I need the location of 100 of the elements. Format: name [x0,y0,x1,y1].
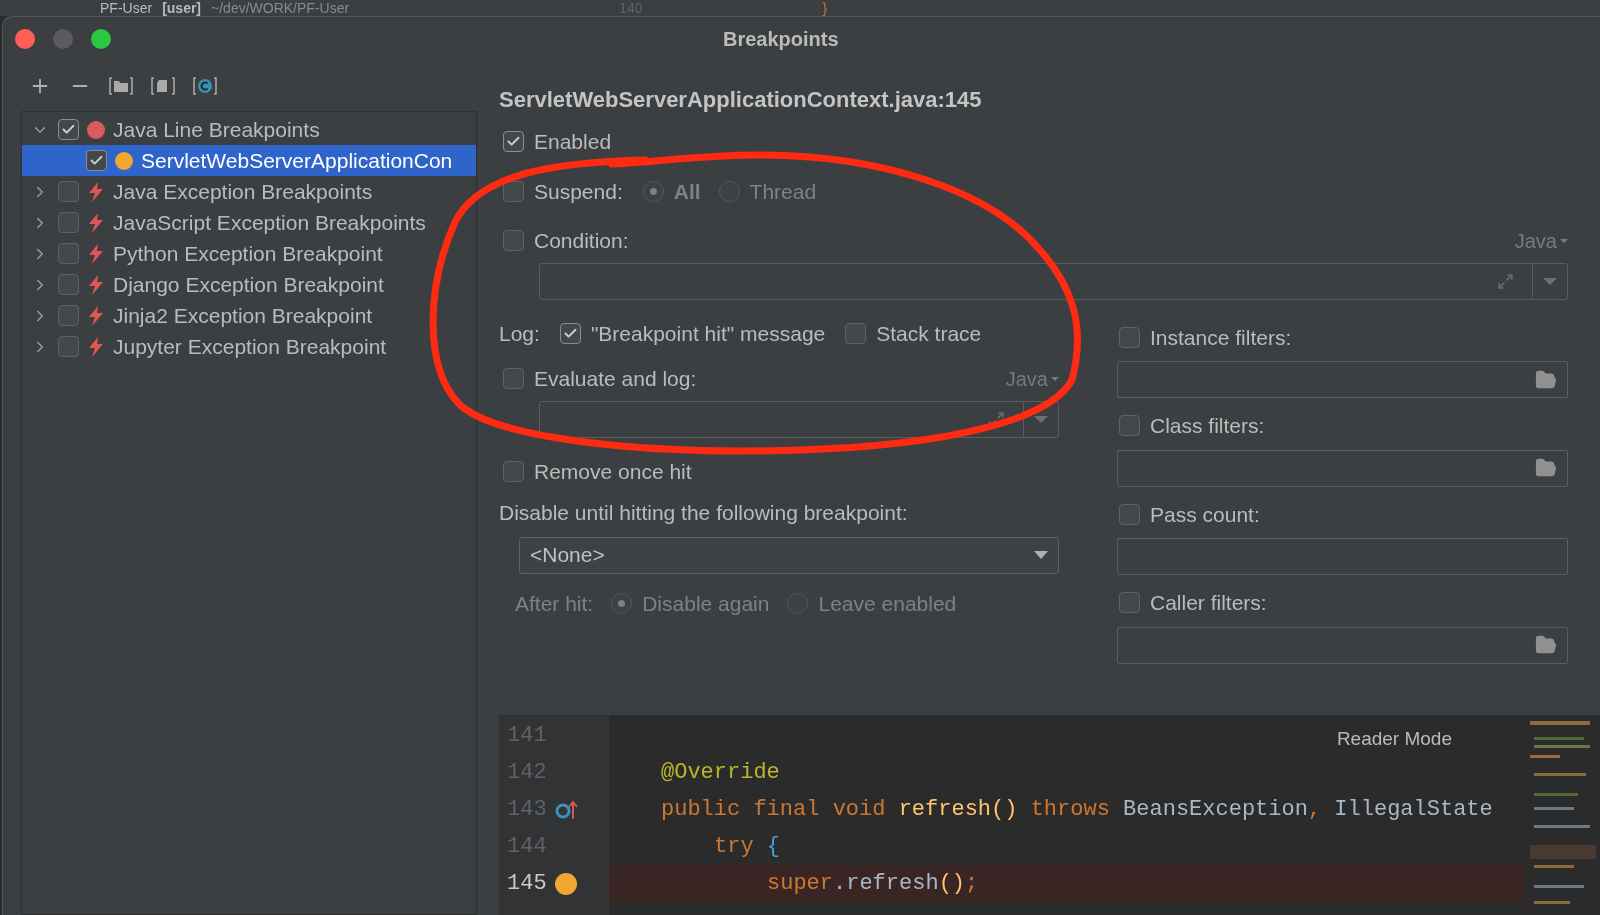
tree-item-label: Jinja2 Exception Breakpoint [113,302,373,329]
dropdown-arrow-icon [1034,551,1048,559]
project-name: PF-User [100,1,153,15]
checkbox[interactable] [503,368,524,390]
expand-icon[interactable] [1497,272,1514,290]
window-title: Breakpoints [723,27,839,52]
tree-item-label: Python Exception Breakpoint [113,240,383,267]
tree-item[interactable]: JavaScript Exception Breakpoints [22,207,476,238]
checkbox[interactable] [58,212,79,233]
class-group-icon[interactable] [193,76,217,96]
checkbox[interactable] [503,131,524,153]
tree-item[interactable]: Java Exception Breakpoints [22,176,476,207]
code-token: throws [1029,796,1111,824]
line-number: 145 [507,870,547,898]
filter-field[interactable] [1117,449,1568,487]
checkbox-label: Instance filters: [1150,324,1292,351]
code-token: , [1307,796,1323,824]
lightning-icon [87,274,105,295]
radio-button[interactable] [611,592,633,614]
radio-label: Thread [749,178,817,205]
code-token: refresh() [898,796,1018,824]
code-token: IllegalState [1334,796,1493,824]
tree-item[interactable]: ServletWebServerApplicationCon [22,145,476,176]
breakpoint-title: ServletWebServerApplicationContext.java:145 [499,86,983,114]
checkbox-label: Suspend: [534,178,623,205]
checkbox[interactable] [845,322,867,344]
folder-icon[interactable] [1535,634,1557,656]
filter-field[interactable] [1117,538,1568,575]
zoom-button[interactable] [91,29,111,49]
lightning-icon [87,181,105,202]
checkbox-label: Caller filters: [1150,590,1267,616]
filter-field[interactable] [1117,626,1568,664]
code-token: { [766,833,780,861]
checkbox[interactable] [1119,326,1140,348]
checkbox-label: Evaluate and log: [534,366,698,392]
checkbox-label: Enabled [534,129,612,155]
radio-button[interactable] [642,180,664,202]
checkbox[interactable] [503,460,524,482]
tree-item[interactable]: Jupyter Exception Breakpoint [22,331,476,362]
disable-until-label: Disable until hitting the following breakpoint: [499,500,909,526]
after-hit-label: After hit: [515,590,594,617]
checkbox[interactable] [58,336,79,357]
checkbox-label: Pass count: [1150,501,1260,528]
code-token: public final void [661,796,887,824]
checkbox[interactable] [58,181,79,202]
code-token: .refresh [833,870,939,898]
checkbox[interactable] [58,243,79,264]
lightning-icon [87,243,105,264]
folder-icon[interactable] [1535,457,1557,479]
folder-icon[interactable] [1535,368,1557,391]
checkbox[interactable] [58,305,79,326]
tree-item-label: Java Line Breakpoints [113,116,320,143]
override-marker-icon[interactable] [554,798,579,821]
checkbox[interactable] [1119,415,1140,437]
tree-item[interactable]: Django Exception Breakpoint [22,269,476,300]
checkbox[interactable] [559,322,581,344]
filter-field[interactable] [1117,361,1568,398]
tree-item-label: Java Exception Breakpoints [113,178,373,205]
tree-item[interactable]: Jinja2 Exception Breakpoint [22,300,476,331]
tree-item-label: Jupyter Exception Breakpoint [113,333,387,360]
lightning-icon [87,336,105,357]
code-token: try [714,833,755,861]
checkbox[interactable] [503,180,524,202]
checkbox[interactable] [1119,503,1140,525]
code-token: BeansException [1123,796,1308,824]
tree-item[interactable]: Python Exception Breakpoint [22,238,476,269]
lightning-icon [87,305,105,326]
code-token: super [767,870,833,898]
checkbox[interactable] [58,274,79,295]
dropdown-arrow-icon[interactable] [1034,415,1048,423]
log-label: Log: [499,320,540,347]
checkbox[interactable] [86,150,107,171]
lightning-icon [87,212,105,233]
checkbox[interactable] [503,230,524,252]
code-token: @Override [661,759,780,787]
minimize-button[interactable] [53,29,73,49]
radio-label: Leave enabled [818,590,957,617]
tree-item-label: ServletWebServerApplicationCon [141,147,453,174]
checkbox-label: Condition: [534,228,630,254]
expression-field[interactable] [539,400,1059,438]
check-icon [89,153,104,168]
radio-label: Disable again [642,590,770,617]
dropdown-arrow-icon[interactable] [1543,277,1557,285]
checkbox[interactable] [1119,592,1140,614]
expression-field[interactable] [539,262,1568,300]
breakpoint-dropdown[interactable]: <None> [519,536,1059,574]
folder-group-icon[interactable] [109,76,133,96]
tree-item-label: Django Exception Breakpoint [113,271,384,298]
file-group-icon[interactable] [151,76,175,96]
radio-label: All [673,178,701,205]
reader-mode-link[interactable]: Reader Mode [1336,725,1452,754]
check-icon [61,122,76,137]
code-text: } [822,1,828,15]
code-token: () [938,870,966,898]
checkbox-label: Class filters: [1150,413,1265,439]
code-token: ; [965,870,979,898]
tree-item[interactable]: Java Line Breakpoints [22,114,476,145]
close-button[interactable] [15,29,35,49]
checkbox[interactable] [58,119,79,140]
checkbox-label: Stack trace [876,320,982,347]
